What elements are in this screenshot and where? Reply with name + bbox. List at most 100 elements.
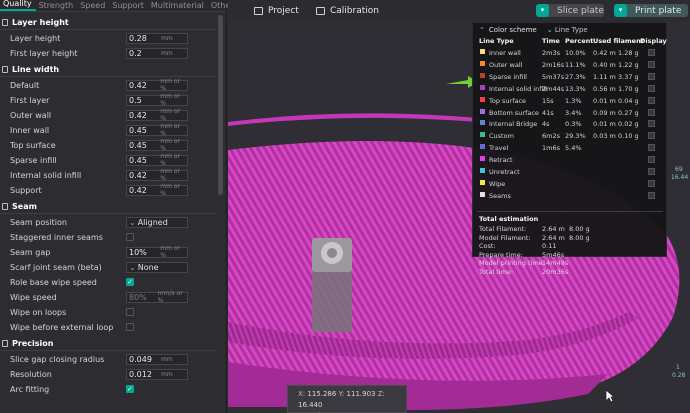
legend-row[interactable]: Retract	[473, 155, 668, 165]
display-toggle[interactable]	[648, 156, 655, 164]
line-type-length: 0.01 m	[593, 96, 616, 105]
line-type-length: 1.11 m	[593, 72, 616, 81]
unit-label: mm	[161, 370, 173, 378]
legend-row[interactable]: Internal Bridge 4s 0.3% 0.01 m 0.02 g	[473, 119, 668, 129]
ruler-bottom-value: 1	[676, 364, 680, 371]
display-toggle[interactable]	[648, 120, 655, 128]
estimation-value: 14m49s	[542, 259, 569, 267]
layer-height-input[interactable]: 0.28 mm	[126, 32, 188, 44]
setting-lw-default: Default 0.42 mm or %	[0, 78, 216, 92]
unit-label: mm or %	[160, 123, 181, 137]
scarf-joint-select[interactable]: ⌄ None	[126, 261, 188, 273]
tab-multimaterial[interactable]: Multimaterial	[148, 1, 208, 11]
display-toggle[interactable]	[648, 191, 655, 199]
column-time: Time	[542, 37, 560, 45]
line-width-icon	[2, 66, 8, 73]
x-value: 115.286	[307, 390, 337, 398]
legend-row[interactable]: Internal solid infill 2m44s 13.3% 0.56 m 1.7…	[473, 84, 668, 94]
setting-label: Seam position	[10, 217, 67, 227]
legend-row[interactable]: Bottom surface 41s 3.4% 0.09 m 0.27 g	[473, 108, 668, 118]
color-swatch	[480, 191, 485, 197]
settings-scrollbar[interactable]	[218, 15, 223, 195]
legend-row[interactable]: Outer wall 2m16s 11.1% 0.40 m 1.22 g	[473, 60, 668, 70]
tab-quality[interactable]: Quality	[0, 0, 36, 11]
chevron-down-icon: ⌄	[129, 217, 136, 227]
display-toggle[interactable]	[648, 49, 655, 56]
setting-wipe-before-loop: Wipe before external loop	[0, 320, 216, 334]
line-type-name: Travel	[489, 144, 509, 153]
role-base-wipe-checkbox[interactable]: ✓	[126, 278, 134, 286]
dropdown-icon[interactable]: ▾	[536, 4, 549, 17]
lw-top-surface-input[interactable]: 0.45 mm or %	[126, 138, 188, 152]
line-type-time: 4s	[542, 120, 550, 129]
legend-row[interactable]: Travel 1m6s 5.4%	[473, 143, 668, 153]
slice-gap-input[interactable]: 0.049 mm	[126, 353, 188, 365]
tab-support[interactable]: Support	[109, 1, 148, 11]
wipe-on-loops-checkbox[interactable]	[126, 308, 134, 316]
setting-label: Resolution	[10, 369, 52, 379]
legend-row[interactable]: Wipe	[473, 179, 668, 189]
tab-strength[interactable]: Strength	[36, 1, 78, 11]
setting-lw-outer-wall: Outer wall 0.42 mm or %	[0, 108, 216, 122]
display-toggle[interactable]	[648, 60, 655, 68]
section-line-width: Line width	[0, 63, 216, 77]
legend-row[interactable]: Top surface 15s 1.3% 0.01 m 0.04 g	[473, 96, 668, 106]
unit-label: mm or %	[160, 93, 181, 107]
unit-label: mm or %	[160, 168, 181, 182]
display-toggle[interactable]	[648, 179, 655, 187]
legend-row[interactable]: Unretract	[473, 167, 668, 177]
legend-row[interactable]: Custom 6m2s 29.3% 0.03 m 0.10 g	[473, 131, 668, 141]
dropdown-icon[interactable]: ▾	[614, 4, 627, 17]
wipe-before-loop-checkbox[interactable]	[126, 323, 134, 331]
color-scheme-select[interactable]: ⌄ Line Type	[547, 26, 588, 34]
first-layer-height-input[interactable]: 0.2 mm	[126, 47, 188, 59]
slice-plate-button[interactable]: ▾ Slice plate	[536, 4, 604, 17]
line-type-percent: 3.4%	[565, 108, 582, 117]
display-toggle[interactable]	[648, 144, 655, 152]
unit-label: mm or %	[160, 183, 181, 197]
legend-title: Color scheme	[488, 26, 537, 34]
lw-support-input[interactable]: 0.42 mm or %	[126, 183, 188, 197]
display-toggle[interactable]	[648, 108, 655, 116]
resolution-input[interactable]: 0.012 mm	[126, 368, 188, 380]
line-type-name: Top surface	[489, 96, 527, 105]
input-value: 0.42	[129, 80, 147, 90]
seam-gap-input[interactable]: 10% mm or %	[126, 245, 188, 259]
print-plate-button[interactable]: ▾ Print plate	[614, 4, 688, 17]
select-value: Line Type	[554, 26, 588, 34]
display-toggle[interactable]	[648, 72, 655, 80]
color-swatch	[480, 96, 485, 102]
staggered-inner-seams-checkbox[interactable]	[126, 233, 134, 241]
line-type-time: 1m6s	[542, 144, 560, 153]
arc-fitting-checkbox[interactable]: ✓	[126, 385, 134, 393]
coordinate-line: X: 115.286 Y: 111.903 Z: 16.440	[298, 389, 396, 411]
section-title: Precision	[12, 339, 54, 348]
lw-sparse-infill-input[interactable]: 0.45 mm or %	[126, 153, 188, 167]
setting-lw-inner-wall: Inner wall 0.45 mm or %	[0, 123, 216, 137]
display-toggle[interactable]	[648, 132, 655, 140]
seam-position-select[interactable]: ⌄ Aligned	[126, 216, 188, 228]
legend-row[interactable]: Sparse infill 5m37s 27.3% 1.11 m 3.37 g	[473, 72, 668, 82]
lw-first-layer-input[interactable]: 0.5 mm or %	[126, 93, 188, 107]
display-toggle[interactable]	[648, 168, 655, 175]
lw-outer-wall-input[interactable]: 0.42 mm or %	[126, 108, 188, 122]
setting-label: Sparse infill	[10, 155, 57, 165]
line-type-percent: 11.1%	[565, 60, 586, 69]
line-type-name: Wipe	[489, 179, 506, 188]
legend-row[interactable]: Seams	[473, 191, 668, 201]
lw-inner-wall-input[interactable]: 0.45 mm or %	[126, 123, 188, 137]
project-button[interactable]: Project	[254, 4, 299, 18]
line-type-length: 0.09 m	[593, 108, 616, 117]
lw-default-input[interactable]: 0.42 mm or %	[126, 78, 188, 92]
lw-internal-solid-input[interactable]: 0.42 mm or %	[126, 168, 188, 182]
display-toggle[interactable]	[648, 84, 655, 92]
tab-speed[interactable]: Speed	[77, 1, 109, 11]
line-type-length: 0.03 m	[593, 132, 616, 141]
x-label: X:	[298, 390, 306, 398]
line-type-name: Custom	[489, 132, 514, 141]
display-toggle[interactable]	[648, 96, 655, 104]
legend-row[interactable]: Inner wall 2m3s 10.0% 0.42 m 1.28 g	[473, 48, 668, 58]
chevron-up-icon[interactable]: ⌃	[479, 26, 485, 34]
calibration-button[interactable]: Calibration	[316, 4, 379, 18]
wipe-speed-input[interactable]: 80% mm/s or %	[126, 290, 188, 304]
